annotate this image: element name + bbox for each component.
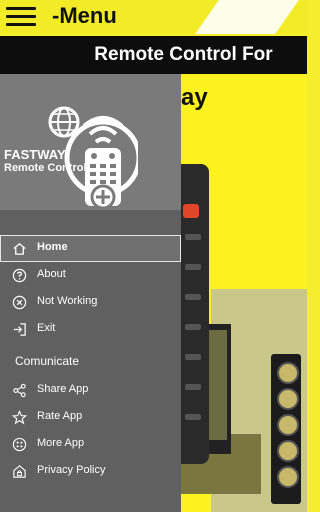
- top-app-bar: -Menu: [0, 0, 307, 34]
- exit-icon: [13, 323, 26, 336]
- drawer-item-label: Not Working: [37, 295, 98, 307]
- drawer-item-home[interactable]: Home: [0, 235, 181, 262]
- drawer-item-privacy-policy[interactable]: Privacy Policy: [0, 458, 181, 485]
- remote-image: [181, 164, 209, 464]
- drawer-item-exit[interactable]: Exit: [0, 316, 181, 343]
- drawer-item-not-working[interactable]: Not Working: [0, 289, 181, 316]
- speaker-image: [271, 354, 301, 504]
- cancel-circle-icon: [12, 295, 27, 310]
- drawer-item-label: Home: [37, 241, 68, 253]
- page-title: Remote Control For: [94, 44, 273, 65]
- share-icon: [13, 383, 26, 398]
- brand-name: FASTWAY: [4, 147, 66, 162]
- help-circle-icon: [12, 268, 27, 283]
- privacy-icon: [13, 465, 26, 478]
- drawer-item-rate-app[interactable]: Rate App: [0, 404, 181, 431]
- drawer-item-more-app[interactable]: More App: [0, 431, 181, 458]
- drawer-item-label: Rate App: [37, 410, 83, 422]
- background-partial-text: ay: [181, 84, 208, 111]
- drawer-item-label: About: [37, 268, 66, 280]
- home-icon: [13, 242, 26, 255]
- drawer-item-label: More App: [37, 437, 85, 449]
- section-title-communicate: Comunicate: [15, 354, 80, 368]
- more-apps-icon: [12, 437, 27, 452]
- star-icon: [12, 410, 27, 425]
- page-title-bar: Remote Control For: [0, 36, 307, 74]
- drawer-item-label: Exit: [37, 322, 56, 334]
- drawer-item-label: Privacy Policy: [37, 464, 106, 476]
- hamburger-menu-icon[interactable]: [6, 7, 36, 27]
- menu-title: -Menu: [52, 3, 117, 28]
- drawer-item-label: Share App: [37, 383, 89, 395]
- brand-subtitle: Remote Control: [4, 162, 87, 174]
- navigation-drawer: FASTWAY Remote Control Home About Not Wo…: [0, 74, 181, 512]
- drawer-item-about[interactable]: About: [0, 262, 181, 289]
- drawer-header: FASTWAY Remote Control: [0, 74, 181, 210]
- background-remote-image: ay: [181, 74, 307, 512]
- drawer-item-share-app[interactable]: Share App: [0, 377, 181, 404]
